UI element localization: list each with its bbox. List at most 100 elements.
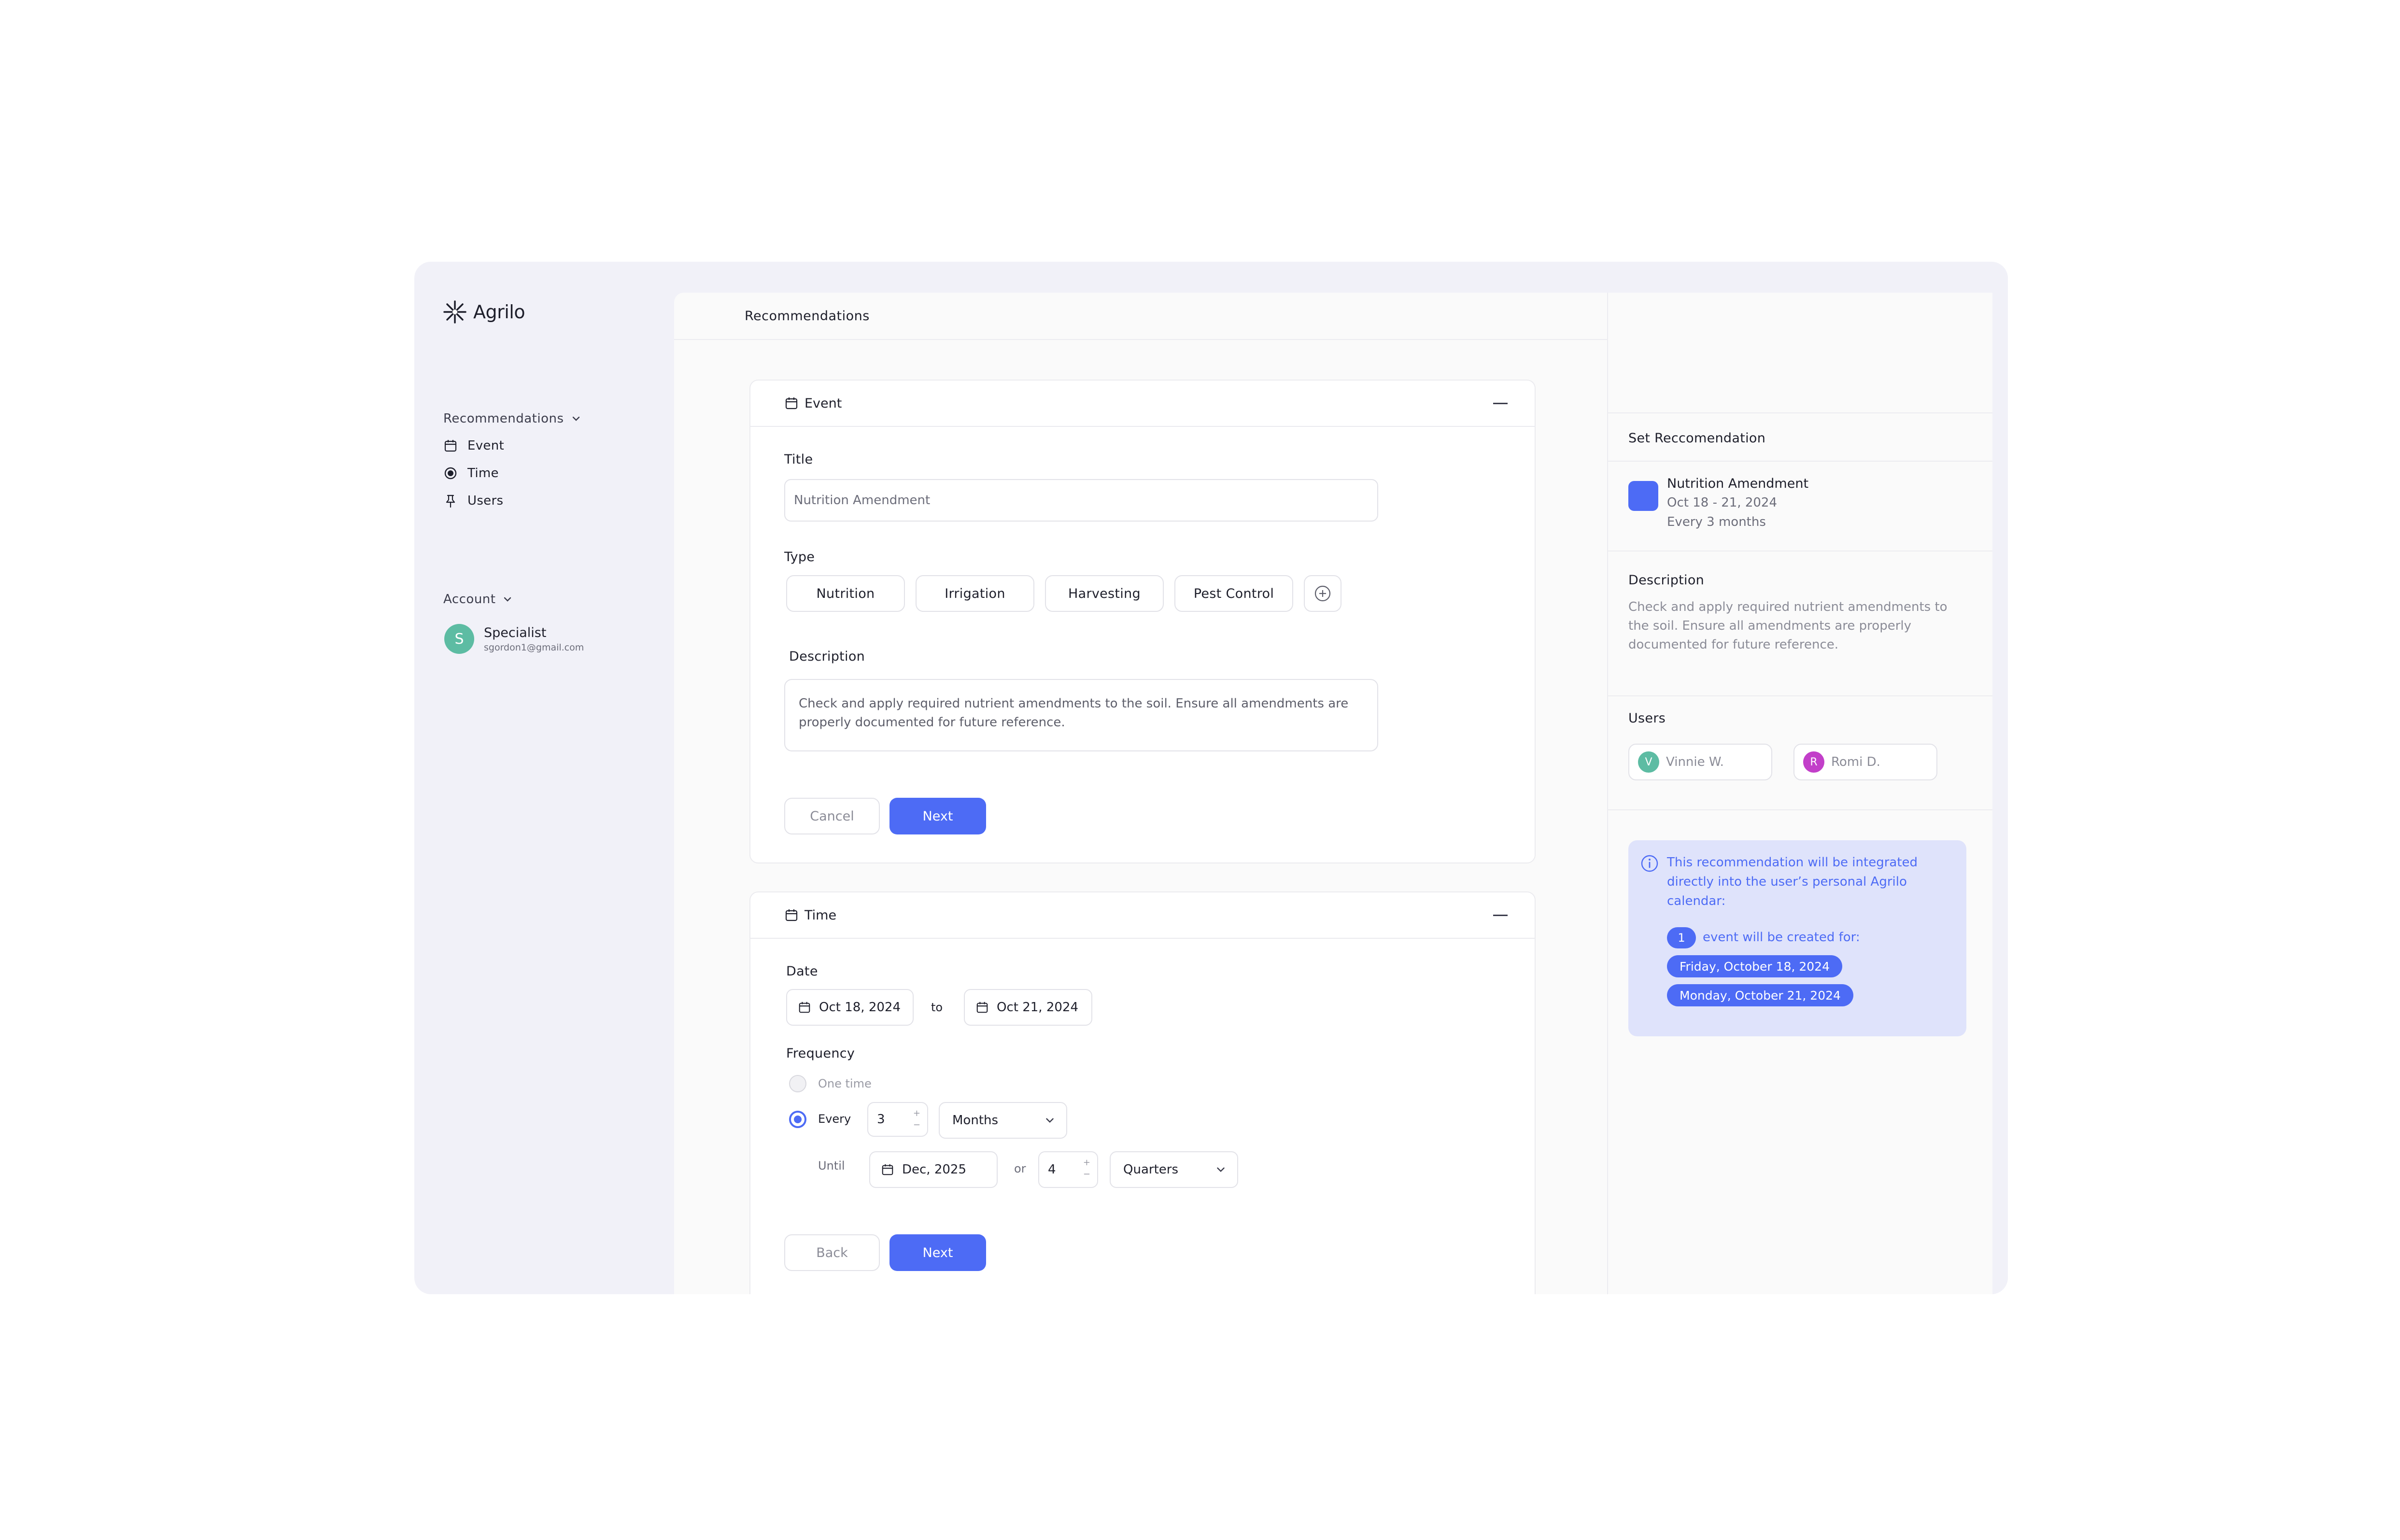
logo[interactable]: Agrilo (442, 299, 525, 325)
sidebar-section-label: Recommendations (443, 411, 564, 426)
date-from-picker[interactable]: Oct 18, 2024 (786, 989, 914, 1026)
date-to-picker[interactable]: Oct 21, 2024 (964, 989, 1092, 1026)
avatar: R (1803, 751, 1824, 773)
every-label: Every (818, 1112, 851, 1126)
event-color-swatch (1628, 481, 1658, 511)
sidebar-item-label: Time (467, 466, 499, 480)
every-unit-select[interactable]: Months (939, 1102, 1067, 1139)
page-title: Recommendations (674, 293, 1607, 340)
summary-dates: Oct 18 - 21, 2024 (1667, 495, 1777, 510)
date-label: Date (786, 964, 818, 979)
chevron-down-icon (502, 594, 513, 605)
event-date-pill: Monday, October 21, 2024 (1667, 984, 1853, 1006)
calendar-icon (881, 1163, 894, 1176)
time-card-header: Time (750, 892, 1535, 939)
user-name: Vinnie W. (1666, 755, 1724, 769)
summary-header: Set Reccomendation (1608, 412, 1992, 461)
account-email: sgordon1@gmail.com (484, 642, 584, 653)
account-profile[interactable]: S Specialist sgordon1@gmail.com (444, 624, 584, 654)
or-stepper[interactable]: 4 + − (1038, 1151, 1098, 1188)
until-date-picker[interactable]: Dec, 2025 (869, 1151, 998, 1188)
every-value: 3 (877, 1112, 885, 1127)
next-button[interactable]: Next (889, 1234, 986, 1271)
pin-icon (443, 494, 458, 508)
one-time-label: One time (818, 1077, 872, 1090)
event-card-header: Event (750, 381, 1535, 427)
description-label: Description (789, 649, 865, 664)
one-time-radio[interactable] (789, 1075, 806, 1092)
app-window: Agrilo Recommendations Event Time Users (414, 262, 2008, 1294)
to-label: to (931, 1001, 943, 1014)
or-value: 4 (1048, 1162, 1056, 1177)
users-label: Users (1628, 711, 1666, 726)
sidebar: Agrilo Recommendations Event Time Users (414, 262, 674, 1294)
chevron-down-icon (571, 413, 581, 424)
divider (1608, 809, 1992, 810)
calendar-icon (443, 438, 458, 453)
stepper-arrows-icon[interactable]: + − (1083, 1157, 1090, 1180)
next-button[interactable]: Next (889, 798, 986, 834)
or-unit-select[interactable]: Quarters (1110, 1151, 1238, 1188)
summary-description-text: Check and apply required nutrient amendm… (1628, 600, 1948, 652)
calendar-icon (798, 1001, 811, 1014)
title-input[interactable] (784, 479, 1378, 522)
type-chip-irrigation[interactable]: Irrigation (916, 575, 1034, 612)
sidebar-section-label: Account (443, 592, 496, 607)
description-textarea[interactable]: Check and apply required nutrient amendm… (784, 679, 1378, 751)
add-type-button[interactable] (1304, 575, 1341, 612)
sidebar-item-users[interactable]: Users (443, 494, 503, 508)
summary-title: Nutrition Amendment (1667, 476, 1809, 491)
set-recommendation-label: Set Reccomendation (1628, 431, 1766, 446)
sidebar-item-label: Users (467, 494, 504, 508)
calendar-icon (784, 396, 799, 410)
main-content: Recommendations Event Title Type Nutriti… (674, 293, 1607, 1294)
time-card: Time Date Oct 18, 2024 to Oct 21, 2024 F… (749, 891, 1536, 1294)
every-stepper[interactable]: 3 + − (867, 1102, 928, 1137)
event-count-text: event will be created for: (1703, 930, 1860, 945)
sidebar-section-recommendations[interactable]: Recommendations (443, 411, 581, 426)
chevron-down-icon (1044, 1115, 1056, 1126)
collapse-time-button[interactable] (1493, 914, 1508, 916)
sidebar-item-time[interactable]: Time (443, 466, 499, 480)
or-unit-value: Quarters (1123, 1162, 1178, 1177)
type-chip-pest-control[interactable]: Pest Control (1174, 575, 1293, 612)
event-card: Event Title Type Nutrition Irrigation Ha… (749, 380, 1536, 863)
type-chip-nutrition[interactable]: Nutrition (786, 575, 905, 612)
info-box: This recommendation will be integrated d… (1628, 840, 1966, 1036)
sidebar-item-label: Event (467, 438, 504, 453)
calendar-icon (784, 908, 799, 922)
title-label: Title (784, 452, 813, 467)
radio-selected-icon (443, 466, 458, 480)
back-button[interactable]: Back (784, 1234, 880, 1271)
date-from-value: Oct 18, 2024 (819, 1000, 901, 1015)
sidebar-section-account[interactable]: Account (443, 592, 513, 607)
user-name: Romi D. (1831, 755, 1880, 769)
type-label: Type (784, 550, 815, 565)
cancel-button[interactable]: Cancel (784, 798, 880, 834)
avatar: S (444, 624, 474, 654)
event-card-title: Event (805, 396, 842, 411)
agrilo-logo-icon (442, 299, 467, 325)
user-chip[interactable]: R Romi D. (1793, 744, 1937, 780)
or-label: or (1014, 1162, 1026, 1175)
summary-description-label: Description (1628, 573, 1705, 588)
every-unit-value: Months (952, 1113, 999, 1128)
calendar-icon (975, 1001, 989, 1014)
info-text: This recommendation will be integrated d… (1667, 855, 1918, 908)
summary-frequency: Every 3 months (1667, 515, 1766, 529)
avatar: V (1638, 751, 1659, 773)
every-radio[interactable] (789, 1111, 806, 1128)
stepper-arrows-icon[interactable]: + − (913, 1108, 920, 1131)
summary-users: Users V Vinnie W. R Romi D. (1608, 695, 1992, 809)
until-value: Dec, 2025 (902, 1162, 967, 1177)
chevron-down-icon (1215, 1164, 1227, 1175)
event-count-badge: 1 (1667, 927, 1696, 948)
brand-name: Agrilo (473, 301, 525, 323)
date-to-value: Oct 21, 2024 (997, 1000, 1078, 1015)
user-chip[interactable]: V Vinnie W. (1628, 744, 1772, 780)
collapse-event-button[interactable] (1493, 402, 1508, 404)
type-chip-harvesting[interactable]: Harvesting (1045, 575, 1164, 612)
time-card-title: Time (805, 907, 837, 923)
sidebar-item-event[interactable]: Event (443, 438, 504, 453)
summary-panel: Set Reccomendation Nutrition Amendment O… (1607, 293, 1992, 1294)
